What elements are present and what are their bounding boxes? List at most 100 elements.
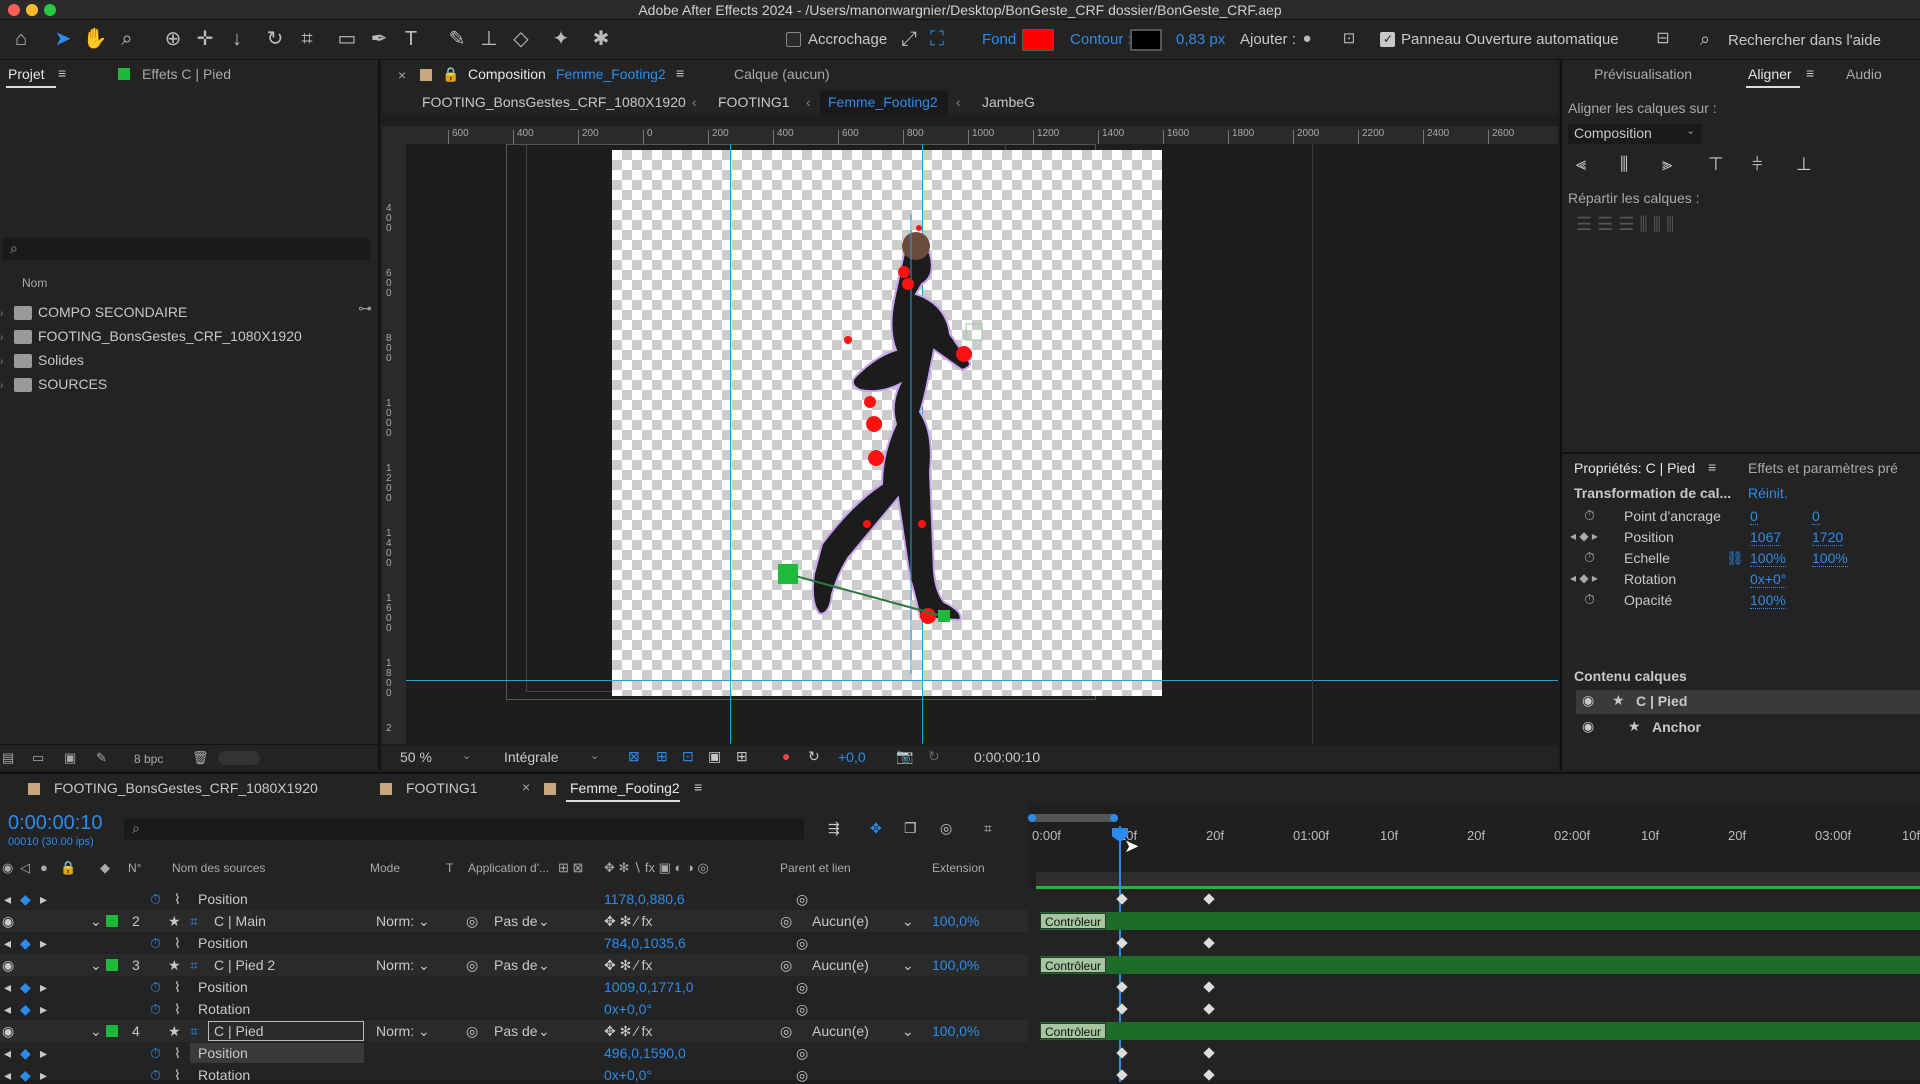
workspace-icon[interactable]: ⊟ — [1650, 26, 1676, 52]
property-value[interactable]: 1009,0,1771,0 — [604, 979, 694, 995]
link-icon[interactable]: ⛓ — [1726, 550, 1744, 567]
auto-open-checkbox[interactable] — [1380, 32, 1395, 47]
keyframe[interactable] — [1203, 1003, 1215, 1015]
chevron-down-icon[interactable]: ⌄ — [462, 749, 471, 762]
tab-project[interactable]: Projet — [8, 66, 45, 82]
audio-icon[interactable]: ◁ — [20, 860, 30, 876]
graph-icon[interactable]: ⌇ — [174, 1067, 181, 1084]
comp-flowchart-icon[interactable]: ⇶ — [828, 820, 840, 837]
next-keyframe-icon[interactable]: ▸ — [40, 891, 47, 908]
layer-mode[interactable]: Norm: — [376, 1023, 414, 1039]
tab-properties[interactable]: Propriétés: C | Pied — [1574, 460, 1695, 476]
layer-app[interactable]: Pas de — [494, 913, 538, 929]
puppet-pin[interactable] — [866, 416, 882, 432]
keyframe-toggle-icon[interactable]: ◆ — [20, 1045, 31, 1062]
comp-menu-icon[interactable]: ≡ — [676, 65, 684, 81]
property-name[interactable]: Position — [198, 891, 248, 907]
expression-pickwhip-icon[interactable]: ◎ — [796, 979, 808, 996]
stopwatch-icon[interactable]: ⏱ — [150, 891, 161, 908]
eye-icon[interactable]: ◉ — [1582, 692, 1594, 709]
stopwatch-icon[interactable]: ⏱ — [150, 935, 161, 952]
roto-brush-icon[interactable]: ✦ — [548, 26, 574, 52]
stopwatch-icon[interactable]: ⏱ — [150, 1001, 161, 1018]
label-color-chip[interactable] — [106, 959, 118, 971]
eye-icon[interactable]: ◉ — [2, 913, 14, 930]
show-snapshot-icon[interactable]: ↻ — [928, 748, 940, 765]
expression-pickwhip-icon[interactable]: ◎ — [796, 1067, 808, 1084]
timeline-search-input[interactable]: ⌕ — [124, 818, 804, 840]
content-item-2[interactable]: Anchor — [1652, 719, 1701, 735]
puppet-pin[interactable] — [898, 266, 910, 278]
label-color-chip[interactable] — [106, 1025, 118, 1037]
stopwatch-icon[interactable]: ⏱ — [1584, 507, 1595, 524]
layer-parent[interactable]: Aucun(e) — [812, 913, 869, 929]
align-left-icon[interactable]: ⫷ — [1576, 154, 1586, 175]
expression-pickwhip-icon[interactable]: ◎ — [796, 891, 808, 908]
col-app[interactable]: Application d'... — [468, 861, 549, 875]
col-ext[interactable]: Extension — [932, 861, 985, 875]
snap-options-icon[interactable]: ⤢ — [896, 26, 922, 52]
expand-icon[interactable]: › — [0, 332, 3, 343]
prop-value-1[interactable]: 100% — [1750, 550, 1786, 567]
distribute-icons[interactable]: ☰ ☰ ☰ ⫼ ⫼ ⫼ — [1576, 214, 1674, 235]
align-vcenter-icon[interactable]: ⫩ — [1752, 154, 1762, 175]
adjust-icon[interactable]: ✎ — [96, 750, 107, 766]
layer-mode[interactable]: Norm: — [376, 957, 414, 973]
chevron-down-icon[interactable]: ⌄ — [418, 913, 430, 930]
eye-icon[interactable]: ◉ — [2, 1023, 14, 1040]
expression-pickwhip-icon[interactable]: ◎ — [796, 1045, 808, 1062]
expression-pickwhip-icon[interactable]: ◎ — [796, 1001, 808, 1018]
keyframe-toggle-icon[interactable]: ◆ — [20, 1067, 31, 1084]
breadcrumb-item-4[interactable]: JambeG — [982, 94, 1035, 110]
selection-tool-icon[interactable]: ➤ — [50, 26, 76, 52]
property-name[interactable]: Position — [198, 1045, 248, 1061]
keyframe[interactable] — [1203, 893, 1215, 905]
expand-icon[interactable]: › — [0, 308, 3, 319]
content-item-selected[interactable] — [1576, 690, 1920, 714]
stopwatch-icon[interactable]: ⏱ — [1584, 549, 1595, 566]
keyframe[interactable] — [1203, 937, 1215, 949]
dolly-tool-icon[interactable]: ↓ — [224, 26, 250, 52]
layer-duration-bar[interactable] — [1040, 912, 1920, 930]
pickwhip-icon[interactable]: ◎ — [780, 913, 792, 930]
property-value[interactable]: 0x+0,0° — [604, 1001, 652, 1017]
tab-align[interactable]: Aligner — [1748, 66, 1792, 82]
expand-icon[interactable]: › — [0, 356, 3, 367]
reset-exposure-icon[interactable]: ↻ — [808, 748, 820, 765]
transparency-grid-icon[interactable]: ⊞ — [656, 748, 668, 765]
hand-tool-icon[interactable]: ✋ — [82, 26, 108, 52]
prev-keyframe-icon[interactable]: ◂ — [4, 979, 11, 996]
puppet-pin[interactable] — [956, 346, 972, 362]
solo-icon[interactable]: ● — [40, 860, 48, 875]
current-time[interactable]: 0:00:00:10 — [8, 812, 103, 835]
prop-value-2[interactable]: 0 — [1812, 508, 1820, 525]
switches-icon[interactable]: ⊞ ⊠ — [558, 860, 583, 876]
tab-audio[interactable]: Audio — [1846, 66, 1882, 82]
search-icon[interactable]: ⌕ — [1692, 26, 1718, 52]
puppet-pin[interactable] — [844, 336, 852, 344]
pickwhip-icon[interactable]: ◎ — [780, 957, 792, 974]
interpret-footage-icon[interactable]: ▤ — [2, 750, 14, 766]
eye-icon[interactable]: ◉ — [2, 957, 14, 974]
exposure-value[interactable]: +0,0 — [838, 749, 866, 765]
comp-tab-name[interactable]: Femme_Footing2 — [556, 66, 666, 82]
timeline-tab-1[interactable]: FOOTING_BonsGestes_CRF_1080X1920 — [54, 780, 318, 796]
project-item[interactable]: Solides — [38, 352, 84, 368]
stopwatch-icon[interactable]: ⏱ — [150, 979, 161, 996]
puppet-pin[interactable] — [868, 450, 884, 466]
work-area-end-handle[interactable] — [1110, 814, 1118, 822]
stopwatch-icon[interactable]: ⏱ — [150, 1067, 161, 1084]
property-name[interactable]: Position — [198, 935, 248, 951]
tab-effects[interactable]: Effets C | Pied — [142, 66, 231, 82]
work-area-bar[interactable] — [1028, 814, 1118, 822]
graph-editor-icon[interactable]: ⌗ — [984, 820, 992, 837]
chevron-down-icon[interactable]: ⌄ — [902, 913, 914, 930]
chevron-down-icon[interactable]: ⌄ — [538, 957, 550, 974]
snap-target-icon[interactable]: ⛶ — [924, 26, 950, 52]
anchor-tool-icon[interactable]: ⌗ — [294, 26, 320, 52]
eye-icon[interactable]: ◉ — [1582, 718, 1594, 735]
align-hcenter-icon[interactable]: ⫼ — [1620, 154, 1628, 175]
pickwhip-icon[interactable]: ◎ — [780, 1023, 792, 1040]
keyframe-toggle-icon[interactable]: ◆ — [20, 935, 31, 952]
prop-value-1[interactable]: 1067 — [1750, 529, 1782, 546]
